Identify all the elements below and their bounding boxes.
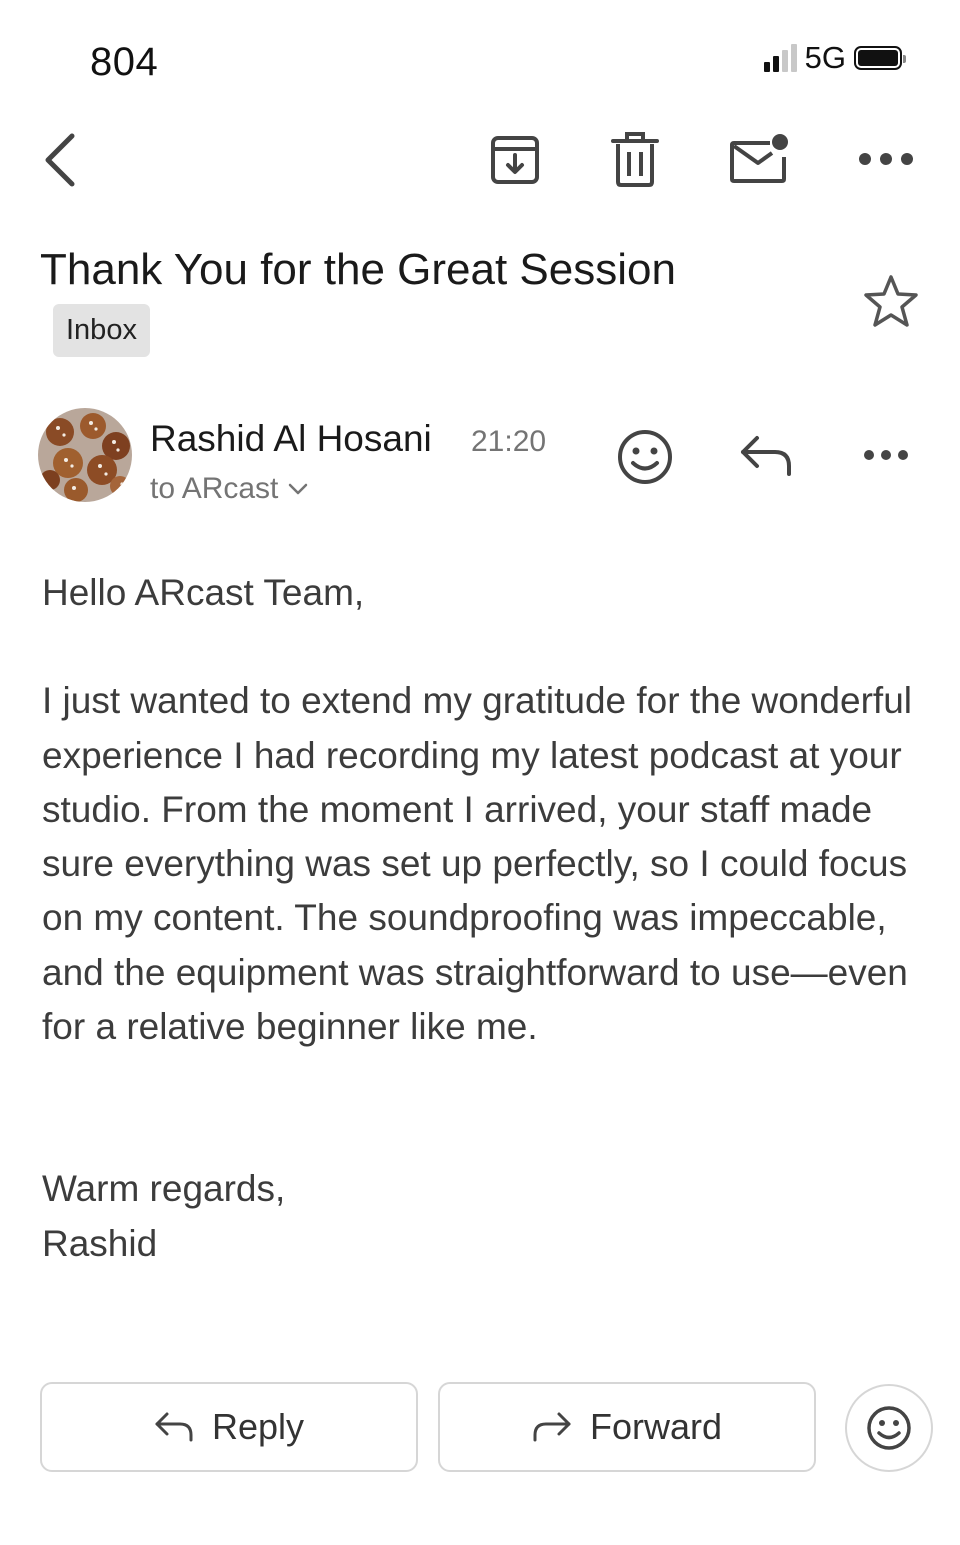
more-horizontal-icon: [864, 450, 908, 460]
recipient-label: to ARcast: [150, 472, 279, 505]
trash-icon: [611, 132, 659, 187]
email-body: Hello ARcast Team, I just wanted to exte…: [42, 566, 942, 1271]
email-signature: Rashid: [42, 1222, 158, 1264]
network-type: 5G: [804, 40, 846, 75]
sender-name: Rashid Al Hosani: [150, 418, 432, 459]
recipient-toggle[interactable]: to ARcast: [150, 472, 308, 506]
email-signoff: Warm regards,: [42, 1168, 286, 1210]
email-paragraph: I just wanted to extend my gratitude for…: [42, 680, 912, 1048]
star-button[interactable]: [860, 270, 922, 332]
star-icon: [864, 275, 918, 327]
more-options-button[interactable]: [852, 135, 920, 183]
react-button[interactable]: [845, 1384, 933, 1472]
reply-button-label: Reply: [211, 1406, 305, 1447]
signal-icon: [763, 44, 797, 72]
forward-button[interactable]: Forward: [438, 1382, 816, 1472]
back-button[interactable]: [30, 125, 90, 195]
archive-icon: [491, 136, 539, 184]
email-subject: Thank You for the Great Session: [40, 245, 676, 294]
reply-icon: [741, 436, 791, 476]
message-more-button[interactable]: [855, 433, 917, 477]
archive-button[interactable]: [482, 128, 548, 192]
sender-photo: [38, 408, 132, 502]
forward-icon: [533, 1412, 571, 1442]
status-time: 804: [90, 40, 159, 84]
smiley-icon: [867, 1406, 911, 1450]
chevron-left-icon: [45, 133, 75, 187]
forward-button-label: Forward: [589, 1406, 723, 1447]
avatar[interactable]: [38, 408, 132, 502]
reply-button[interactable]: Reply: [40, 1382, 418, 1472]
add-reaction-button[interactable]: [612, 424, 678, 490]
email-time: 21:20: [471, 425, 547, 458]
chevron-down-icon: [289, 483, 308, 495]
inbox-label-chip[interactable]: Inbox: [53, 304, 150, 357]
smiley-icon: [618, 430, 672, 484]
more-horizontal-icon: [859, 153, 913, 165]
status-indicators: 5G: [763, 40, 906, 76]
reply-icon-button[interactable]: [734, 428, 798, 484]
battery-icon: [854, 46, 906, 70]
mail-unread-icon: [730, 134, 788, 183]
reply-icon: [155, 1412, 193, 1442]
email-greeting: Hello ARcast Team,: [42, 572, 365, 613]
delete-button[interactable]: [602, 128, 668, 192]
mark-unread-button[interactable]: [724, 128, 794, 192]
